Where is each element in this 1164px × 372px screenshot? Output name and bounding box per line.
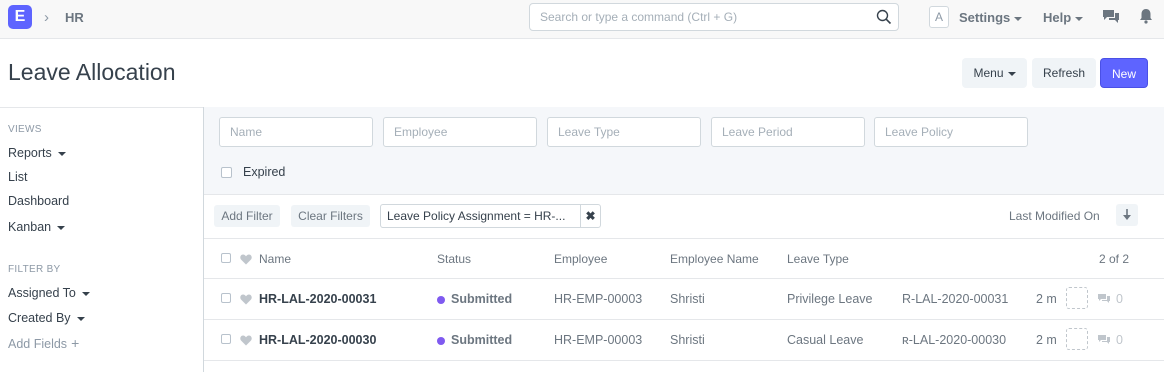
sidebar-filter-created-by[interactable]: Created By: [8, 311, 85, 325]
caret-down-icon: [1014, 16, 1023, 21]
help-label: Help: [1043, 10, 1072, 25]
heart-icon[interactable]: [240, 254, 252, 265]
status-indicator: Submitted: [437, 333, 512, 347]
search-icon[interactable]: [876, 9, 892, 25]
sidebar-item-list[interactable]: List: [8, 170, 27, 184]
help-dropdown[interactable]: Help: [1043, 10, 1084, 25]
heart-icon[interactable]: [240, 335, 252, 346]
caret-down-icon: [76, 316, 85, 321]
result-count: 2 of 2: [1099, 252, 1130, 266]
select-all-checkbox[interactable]: [221, 253, 231, 263]
refresh-button[interactable]: Refresh: [1032, 58, 1096, 88]
employee-cell[interactable]: HR-EMP-00003: [554, 292, 642, 306]
name-filter-input[interactable]: [219, 117, 373, 147]
employee-filter-input[interactable]: [383, 117, 537, 147]
column-header-name[interactable]: Name: [259, 252, 291, 266]
created-by-label: Created By: [8, 311, 71, 325]
sort-descending-icon: [1123, 209, 1131, 220]
menu-button[interactable]: Menu: [962, 58, 1027, 88]
sort-selector[interactable]: Last Modified On: [1009, 209, 1100, 223]
new-button[interactable]: New: [1100, 58, 1148, 88]
reference-cell: R-LAL-2020-00031: [902, 292, 1009, 306]
chevron-right-icon: ›: [44, 9, 49, 26]
assign-placeholder[interactable]: [1066, 328, 1088, 350]
sidebar-item-reports[interactable]: Reports: [8, 146, 66, 160]
page-title: Leave Allocation: [8, 59, 176, 85]
sidebar-item-kanban[interactable]: Kanban: [8, 220, 66, 234]
standard-filters: Expired: [204, 107, 1164, 195]
user-avatar[interactable]: A: [929, 6, 949, 28]
caret-down-icon: [1007, 71, 1016, 76]
settings-label: Settings: [959, 10, 1011, 25]
close-icon[interactable]: ✖: [580, 205, 600, 227]
caret-down-icon: [57, 225, 66, 230]
kanban-label: Kanban: [8, 220, 52, 234]
sort-order-button[interactable]: [1116, 204, 1138, 226]
add-filter-button[interactable]: Add Filter: [214, 205, 280, 227]
navbar: E › HR A Settings Help: [0, 0, 1164, 39]
column-header-leave-type[interactable]: Leave Type: [787, 252, 849, 266]
reports-label: Reports: [8, 146, 52, 160]
employee-name-cell: Shristi: [670, 292, 705, 306]
leave-type-cell[interactable]: Privilege Leave: [787, 292, 872, 306]
reference-cell: ʀ-LAL-2020-00030: [902, 333, 1007, 347]
row-name-link[interactable]: HR-LAL-2020-00031: [259, 292, 376, 306]
expired-label: Expired: [243, 165, 286, 179]
chat-icon[interactable]: [1102, 9, 1120, 25]
active-filter-pill[interactable]: Leave Policy Assignment = HR-... ✖: [380, 204, 601, 228]
awesomebar: [529, 3, 899, 31]
comment-count: 0: [1116, 292, 1123, 306]
column-header-employee[interactable]: Employee: [554, 252, 607, 266]
employee-cell[interactable]: HR-EMP-00003: [554, 333, 642, 347]
settings-dropdown[interactable]: Settings: [959, 10, 1023, 25]
views-heading: VIEWS: [8, 124, 42, 135]
table-row[interactable]: HR-LAL-2020-00030 Submitted HR-EMP-00003…: [204, 320, 1164, 361]
table-row[interactable]: HR-LAL-2020-00031 Submitted HR-EMP-00003…: [204, 279, 1164, 320]
comment-icon: [1098, 335, 1110, 344]
active-filter-label: Leave Policy Assignment = HR-...: [387, 209, 566, 223]
breadcrumb-hr[interactable]: HR: [65, 10, 84, 25]
caret-down-icon: [1075, 16, 1084, 21]
leave-type-filter-input[interactable]: [547, 117, 701, 147]
sidebar-item-dashboard[interactable]: Dashboard: [8, 194, 69, 208]
caret-down-icon: [57, 151, 66, 156]
filter-bar: Add Filter Clear Filters Leave Policy As…: [204, 195, 1164, 239]
heart-icon[interactable]: [240, 294, 252, 305]
leave-policy-filter-input[interactable]: [874, 117, 1028, 147]
column-header-status[interactable]: Status: [437, 252, 471, 266]
sidebar-filter-assigned-to[interactable]: Assigned To: [8, 286, 90, 300]
modified-time: 2 m: [1036, 333, 1057, 347]
list-view: Expired Add Filter Clear Filters Leave P…: [203, 107, 1164, 372]
add-fields-link[interactable]: Add Fields +: [8, 335, 79, 351]
status-label: Submitted: [451, 292, 513, 306]
leave-period-filter-input[interactable]: [711, 117, 865, 147]
assigned-to-label: Assigned To: [8, 286, 76, 300]
status-dot: [437, 336, 445, 345]
bell-icon[interactable]: [1139, 8, 1153, 24]
status-dot: [437, 295, 445, 304]
modified-time: 2 m: [1036, 292, 1057, 306]
status-label: Submitted: [451, 333, 513, 347]
plus-icon: +: [71, 335, 80, 351]
employee-name-cell: Shristi: [670, 333, 705, 347]
app-logo[interactable]: E: [8, 5, 32, 29]
status-indicator: Submitted: [437, 292, 512, 306]
comment-icon: [1098, 294, 1110, 303]
leave-type-cell[interactable]: Casual Leave: [787, 333, 863, 347]
comment-count: 0: [1116, 333, 1123, 347]
column-header-employee-name[interactable]: Employee Name: [670, 252, 759, 266]
clear-filters-button[interactable]: Clear Filters: [291, 205, 370, 227]
table-header: Name Status Employee Employee Name Leave…: [204, 239, 1164, 279]
search-input[interactable]: [530, 4, 860, 30]
row-checkbox[interactable]: [221, 334, 231, 344]
add-fields-label: Add Fields: [8, 337, 68, 351]
row-name-link[interactable]: HR-LAL-2020-00030: [259, 333, 376, 347]
row-checkbox[interactable]: [221, 293, 231, 303]
assign-placeholder[interactable]: [1066, 287, 1088, 309]
menu-label: Menu: [973, 66, 1004, 80]
caret-down-icon: [81, 291, 90, 296]
expired-checkbox[interactable]: [221, 167, 232, 178]
filter-by-heading: FILTER BY: [8, 264, 61, 275]
